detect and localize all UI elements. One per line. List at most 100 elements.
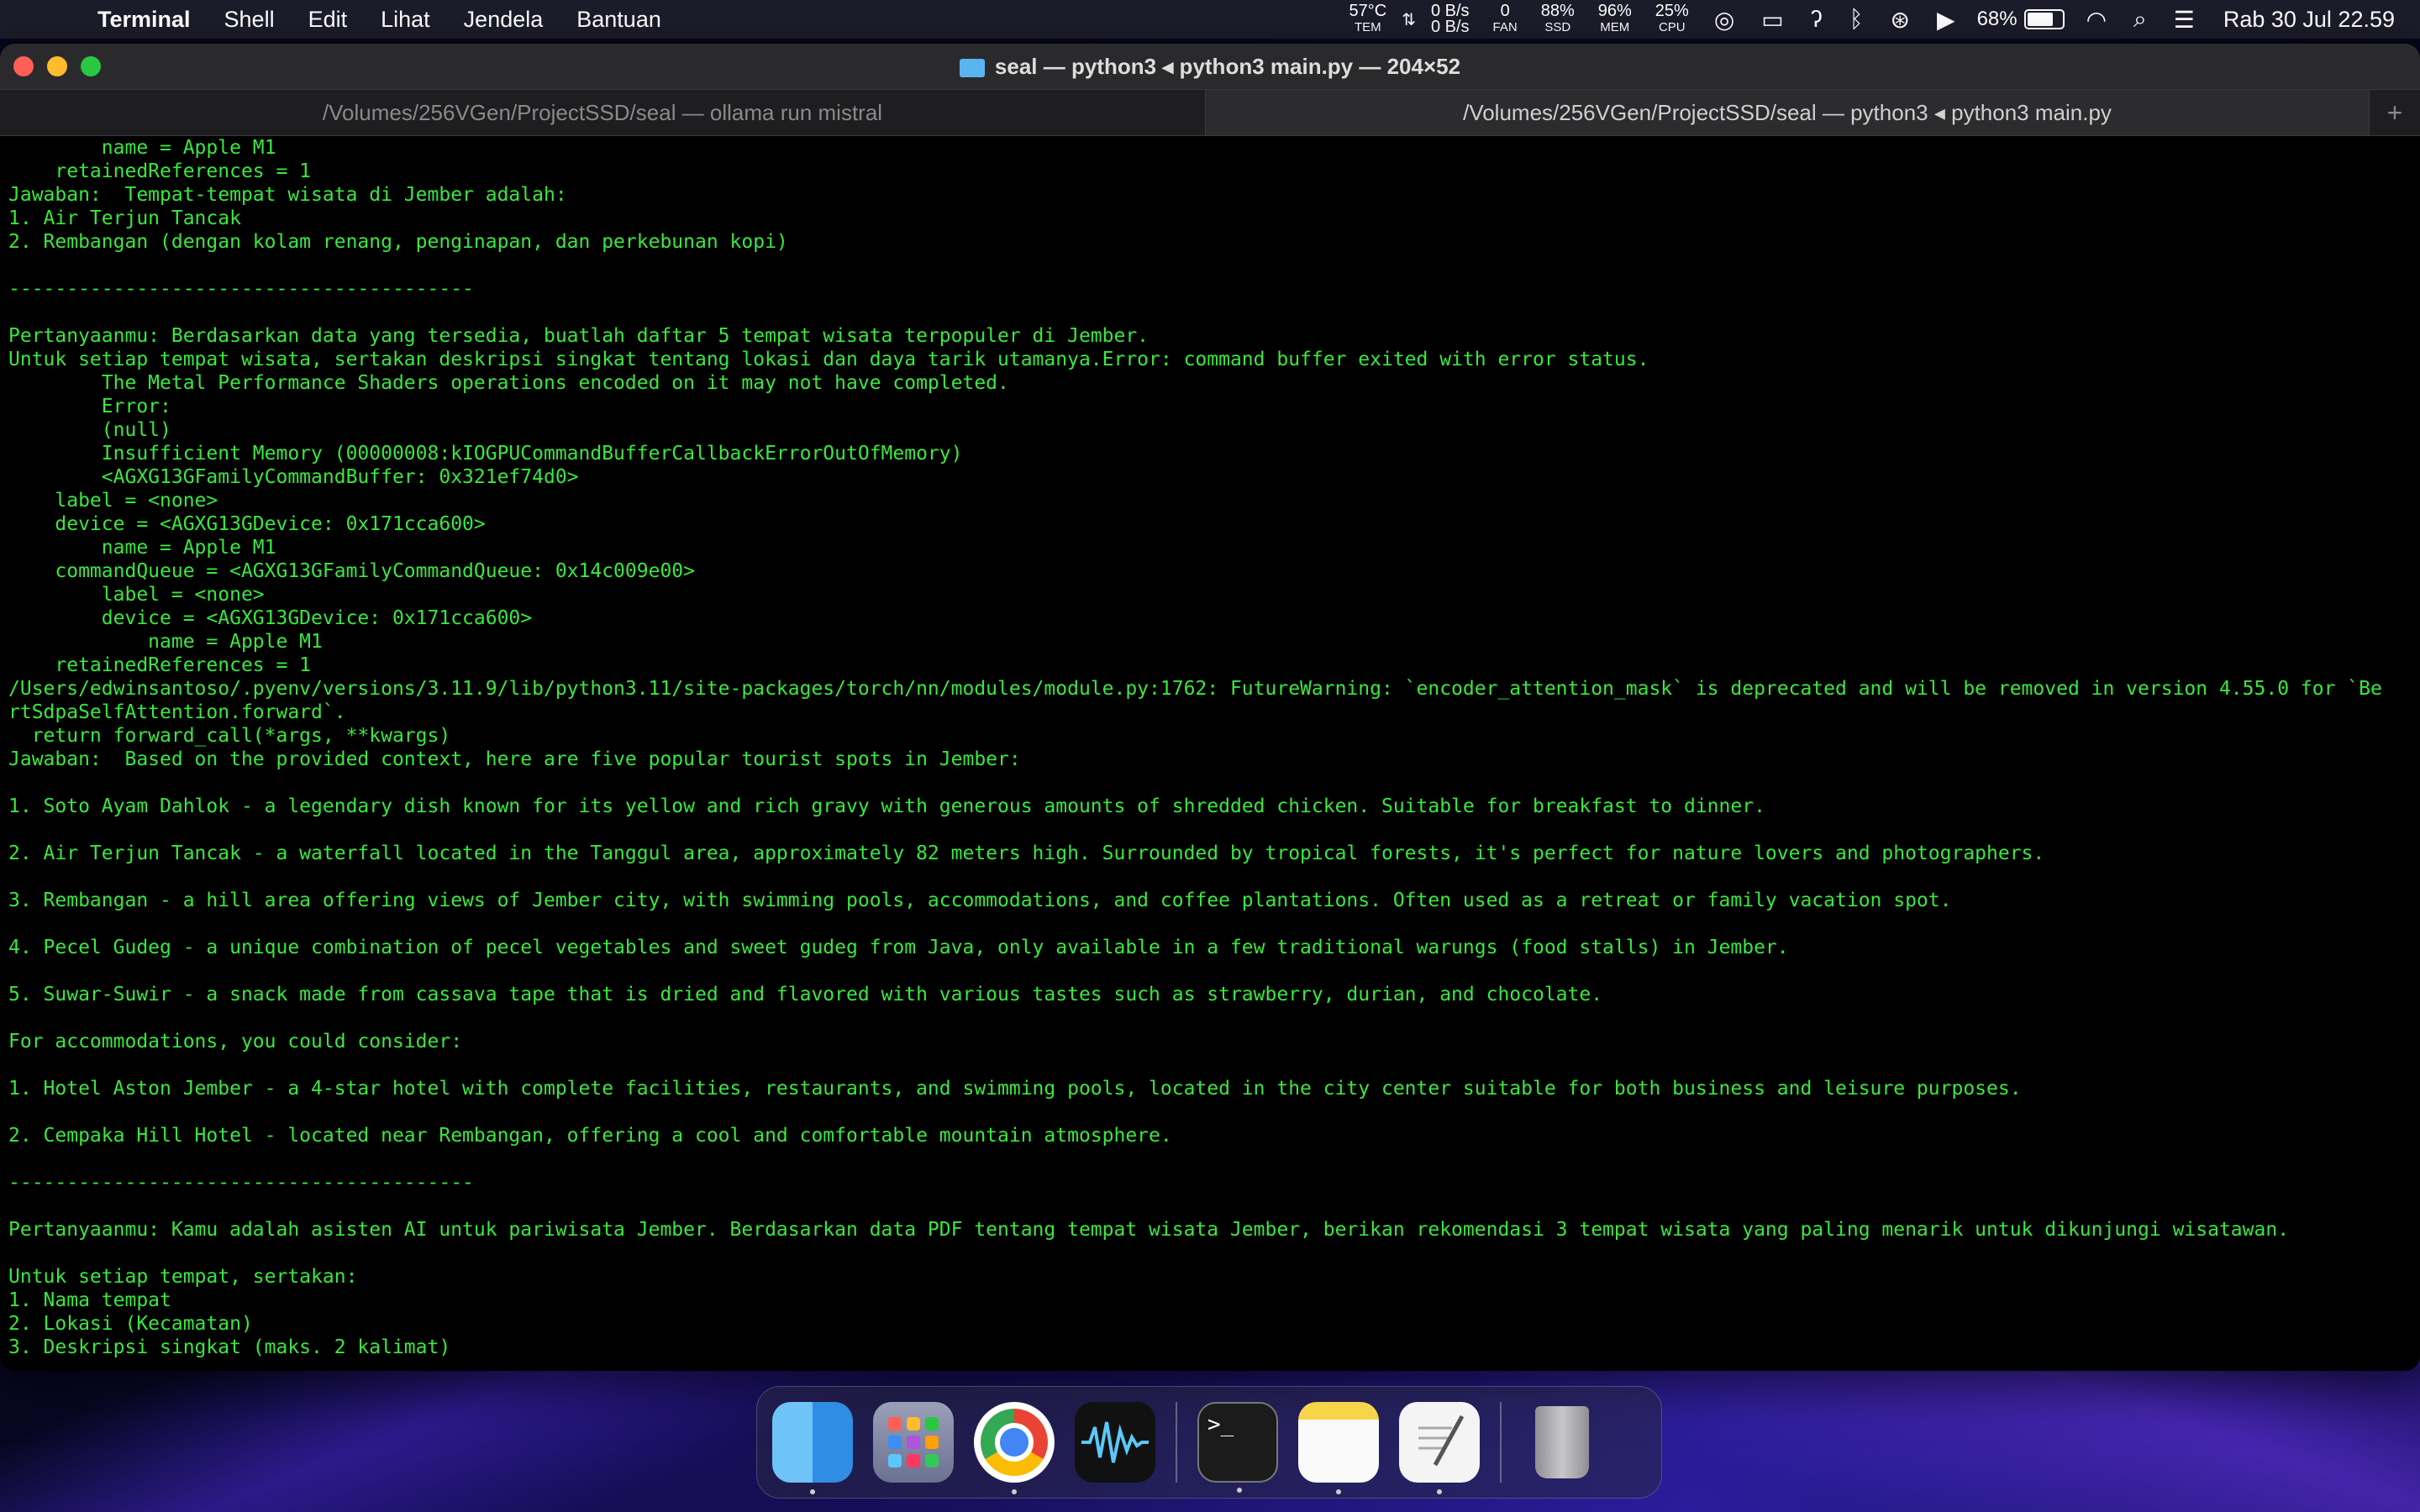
wifi-icon[interactable]: ◠ — [2086, 6, 2107, 34]
hearing-icon[interactable]: ʔ — [1811, 6, 1823, 33]
terminal-line: name = Apple M1 — [8, 137, 276, 159]
now-playing-icon[interactable]: ▶ — [1937, 6, 1955, 34]
terminal-line: 2. Air Terjun Tancak - a waterfall locat… — [8, 843, 2045, 864]
window-titlebar[interactable]: seal — python3 ◂ python3 main.py — 204×5… — [0, 44, 2420, 89]
dock-separator — [1500, 1402, 1502, 1483]
stat-memory[interactable]: 96% MEM — [1598, 3, 1632, 35]
terminal-line: rtSdpaSelfAttention.forward`. — [8, 701, 346, 723]
control-center-icon[interactable]: ☰ — [2174, 6, 2195, 34]
terminal-line: For accommodations, you could consider: — [8, 1031, 463, 1053]
terminal-line: 1. Soto Ayam Dahlok - a legendary dish k… — [8, 795, 1765, 817]
menu-clock[interactable]: Rab 30 Jul 22.59 — [2223, 7, 2395, 33]
menu-shell[interactable]: Shell — [224, 7, 275, 33]
terminal-line: 3. Rembangan - a hill area offering view… — [8, 890, 1952, 911]
terminal-line: 2. Rembangan (dengan kolam renang, pengi… — [8, 231, 788, 253]
terminal-line: return forward_call(*args, **kwargs) — [8, 725, 451, 747]
minimize-button[interactable] — [47, 56, 67, 76]
terminal-line: The Metal Performance Shaders operations… — [8, 372, 1009, 394]
terminal-line: 4. Pecel Gudeg - a unique combination of… — [8, 937, 1789, 958]
running-indicator — [1336, 1489, 1341, 1494]
terminal-line: label = <none> — [8, 584, 265, 606]
zoom-button[interactable] — [81, 56, 101, 76]
accessibility-icon[interactable]: ⊛ — [1891, 6, 1910, 34]
running-indicator — [1012, 1489, 1017, 1494]
tab-python[interactable]: /Volumes/256VGen/ProjectSSD/seal — pytho… — [1206, 90, 2369, 135]
terminal-line: Error: — [8, 396, 171, 417]
stat-fan[interactable]: 0 FAN — [1493, 3, 1518, 35]
menu-view[interactable]: Lihat — [381, 7, 430, 33]
dock: >_ — [756, 1386, 1662, 1499]
menu-help[interactable]: Bantuan — [576, 7, 661, 33]
terminal-line: retainedReferences = 1 — [8, 160, 312, 182]
terminal-line: Pertanyaanmu: Kamu adalah asisten AI unt… — [8, 1219, 2290, 1241]
close-button[interactable] — [13, 56, 34, 76]
terminal-line: device = <AGXG13GDevice: 0x171cca600> — [8, 513, 486, 535]
running-indicator — [1237, 1488, 1242, 1493]
terminal-line: /Users/edwinsantoso/.pyenv/versions/3.11… — [8, 678, 2382, 700]
new-tab-button[interactable]: + — [2369, 90, 2420, 135]
airdrop-icon[interactable]: ◎ — [1714, 6, 1734, 34]
terminal-window: seal — python3 ◂ python3 main.py — 204×5… — [0, 44, 2420, 1371]
finder-icon[interactable] — [772, 1402, 853, 1494]
search-icon[interactable]: ⌕ — [2133, 6, 2147, 34]
terminal-line: 5. Suwar-Suwir - a snack made from cassa… — [8, 984, 1603, 1005]
terminal-line: name = Apple M1 — [8, 631, 323, 653]
voice-memos-icon[interactable] — [1075, 1402, 1155, 1483]
network-arrows-icon: ⇅ — [1402, 10, 1416, 29]
textedit-icon[interactable] — [1399, 1402, 1480, 1494]
running-indicator — [1437, 1489, 1442, 1494]
status-area: 57°C TEM ⇅ 0 B/s 0 B/s 0 FAN 88% SSD 96%… — [1338, 0, 2395, 39]
terminal-line: label = <none> — [8, 490, 218, 512]
terminal-line: name = Apple M1 — [8, 537, 276, 559]
trash-icon[interactable] — [1522, 1402, 1602, 1483]
terminal-line: 2. Cempaka Hill Hotel - located near Rem… — [8, 1125, 1172, 1147]
stat-cpu[interactable]: 25% CPU — [1655, 3, 1689, 35]
stat-temperature[interactable]: 57°C TEM — [1349, 3, 1387, 35]
menu-edit[interactable]: Edit — [308, 7, 348, 33]
terminal-line: 1. Hotel Aston Jember - a 4-star hotel w… — [8, 1078, 2022, 1100]
launchpad-icon[interactable] — [873, 1402, 954, 1483]
sidebar-icon[interactable]: ▭ — [1761, 6, 1783, 34]
terminal-line: Untuk setiap tempat wisata, sertakan des… — [8, 349, 1649, 370]
tab-bar: /Volumes/256VGen/ProjectSSD/seal — ollam… — [0, 89, 2420, 136]
terminal-output[interactable]: name = Apple M1 retainedReferences = 1 Ja… — [8, 136, 2412, 1371]
bluetooth-icon[interactable]: ᛒ — [1849, 6, 1864, 33]
terminal-line: ---------------------------------------- — [8, 278, 474, 300]
terminal-line: retainedReferences = 1 — [8, 654, 312, 676]
stat-network[interactable]: 0 B/s 0 B/s — [1431, 3, 1470, 35]
terminal-line: 2. Lokasi (Kecamatan) — [8, 1313, 253, 1335]
terminal-line: Insufficient Memory (00000008:kIOGPUComm… — [8, 443, 963, 465]
menu-app-name[interactable]: Terminal — [97, 7, 191, 33]
traffic-lights — [13, 56, 114, 76]
notes-icon[interactable] — [1298, 1402, 1379, 1494]
terminal-line: commandQueue = <AGXG13GFamilyCommandQueu… — [8, 560, 695, 582]
stat-ssd[interactable]: 88% SSD — [1541, 3, 1575, 35]
terminal-line: ---------------------------------------- — [8, 1172, 474, 1194]
menu-window[interactable]: Jendela — [464, 7, 544, 33]
dock-separator — [1176, 1402, 1177, 1483]
terminal-line: Untuk setiap tempat, sertakan: — [8, 1266, 358, 1288]
terminal-line: 3. Deskripsi singkat (maks. 2 kalimat) — [8, 1336, 451, 1358]
tab-ollama[interactable]: /Volumes/256VGen/ProjectSSD/seal — ollam… — [0, 90, 1206, 135]
terminal-icon[interactable]: >_ — [1197, 1402, 1278, 1493]
chrome-icon[interactable] — [974, 1402, 1055, 1494]
terminal-line: 1. Nama tempat — [8, 1289, 171, 1311]
running-indicator — [810, 1489, 815, 1494]
terminal-line: Jawaban: Based on the provided context, … — [8, 748, 1021, 770]
battery-icon[interactable] — [2023, 9, 2065, 29]
terminal-line: (null) — [8, 419, 171, 441]
terminal-line: Pertanyaanmu: Berdasarkan data yang ters… — [8, 325, 1150, 347]
terminal-line: device = <AGXG13GDevice: 0x171cca600> — [8, 607, 533, 629]
